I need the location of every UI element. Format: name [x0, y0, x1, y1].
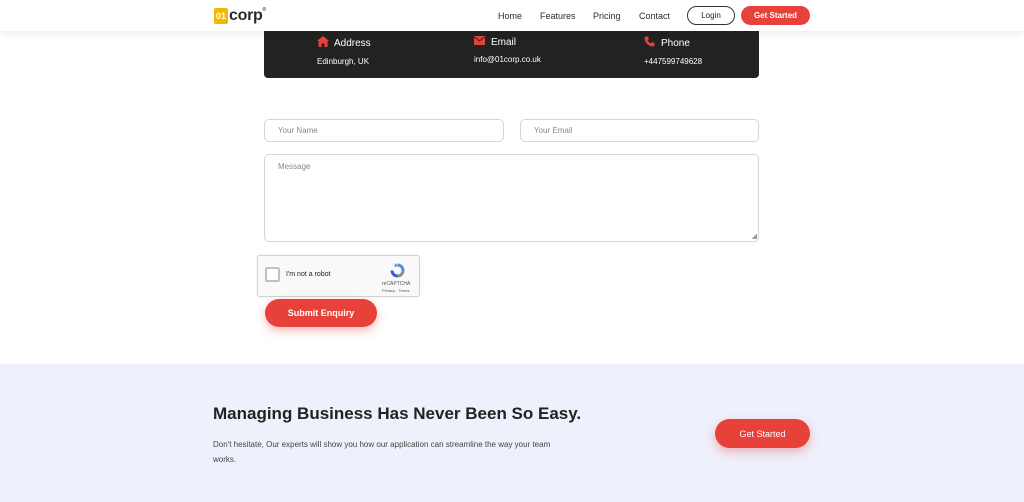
recaptcha-widget: I'm not a robot reCAPTCHA Privacy - Term… — [257, 255, 420, 297]
recaptcha-checkbox[interactable] — [265, 267, 280, 282]
home-icon — [317, 36, 331, 50]
cta-description: Don't hesitate, Our experts will show yo… — [213, 440, 551, 464]
address-title: Address — [334, 37, 371, 49]
cta-get-started-button[interactable]: Get Started — [715, 419, 810, 448]
recaptcha-terms[interactable]: Privacy - Terms — [382, 288, 409, 293]
resize-handle-icon[interactable]: ◢ — [752, 233, 757, 240]
recaptcha-brand: reCAPTCHA — [382, 281, 411, 287]
cta-title: Managing Business Has Never Been So Easy… — [213, 404, 582, 423]
logo-mark: 01 — [214, 7, 228, 24]
message-placeholder: Message — [278, 162, 311, 171]
recaptcha-logo-icon — [390, 263, 405, 278]
name-input[interactable]: Your Name — [264, 119, 504, 142]
nav-pricing[interactable]: Pricing — [593, 11, 621, 21]
email-input[interactable]: Your Email — [520, 119, 759, 142]
nav-home[interactable]: Home — [498, 11, 522, 21]
nav-features[interactable]: Features — [540, 11, 576, 21]
phone-title: Phone — [661, 37, 690, 49]
contact-phone: Phone +447599749628 — [644, 36, 702, 66]
email-title: Email — [491, 36, 517, 48]
logo[interactable]: 01 corp® — [214, 7, 266, 24]
contact-address: Address Edinburgh, UK — [317, 36, 371, 66]
address-value: Edinburgh, UK — [317, 57, 370, 66]
contact-email: Email info@01corp.co.uk — [474, 36, 541, 64]
envelope-icon — [474, 36, 488, 48]
message-textarea[interactable]: Message ◢ — [264, 154, 759, 242]
nav-contact[interactable]: Contact — [639, 11, 670, 21]
site-header: 01 corp® Home Features Pricing Contact L… — [0, 0, 1024, 31]
phone-value[interactable]: +447599749628 — [644, 57, 702, 66]
email-value[interactable]: info@01corp.co.uk — [474, 55, 541, 64]
header-get-started-button[interactable]: Get Started — [741, 6, 810, 25]
phone-icon — [644, 36, 658, 50]
logo-text: corp® — [229, 6, 266, 24]
login-button[interactable]: Login — [687, 6, 735, 25]
recaptcha-label: I'm not a robot — [286, 271, 331, 278]
cta-section: Managing Business Has Never Been So Easy… — [0, 364, 1024, 502]
submit-enquiry-button[interactable]: Submit Enquiry — [265, 299, 377, 327]
